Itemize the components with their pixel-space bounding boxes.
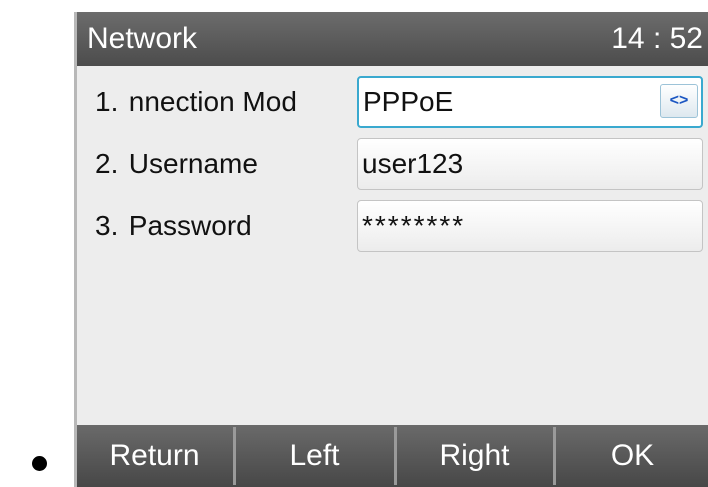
connection-mode-value: PPPoE <box>363 86 454 117</box>
row-username[interactable]: 2. Username user123 <box>77 136 708 196</box>
username-value: user123 <box>362 148 464 179</box>
username-label: 2. Username <box>95 148 357 180</box>
row-label-text: Password <box>128 210 252 241</box>
row-connection-mode[interactable]: 1. nnection Mod PPPoE <> <box>77 74 708 134</box>
row-index: 2. <box>95 148 119 179</box>
password-label: 3. Password <box>95 210 357 242</box>
row-password[interactable]: 3. Password ******** <box>77 198 708 258</box>
option-switch-icon[interactable]: <> <box>660 84 698 118</box>
row-label-text: nnection Mod <box>128 86 297 117</box>
row-index: 3. <box>95 210 119 241</box>
return-softkey[interactable]: Return <box>77 425 232 487</box>
clock: 14 : 52 <box>611 22 703 55</box>
password-value: ******** <box>362 210 466 241</box>
list-bullet <box>32 456 47 471</box>
username-field[interactable]: user123 <box>357 138 703 190</box>
row-index: 1. <box>95 86 119 117</box>
connection-mode-select[interactable]: PPPoE <> <box>357 76 703 128</box>
softkey-bar: Return Left Right OK <box>77 425 708 487</box>
connection-mode-label: 1. nnection Mod <box>95 86 357 118</box>
right-softkey[interactable]: Right <box>397 425 552 487</box>
password-field[interactable]: ******** <box>357 200 703 252</box>
page-title: Network <box>87 22 198 55</box>
phone-screen: Network 14 : 52 1. nnection Mod PPPoE <>… <box>74 12 708 487</box>
title-bar: Network 14 : 52 <box>77 12 708 66</box>
ok-softkey[interactable]: OK <box>556 425 708 487</box>
left-softkey[interactable]: Left <box>236 425 393 487</box>
row-label-text: Username <box>128 148 258 179</box>
